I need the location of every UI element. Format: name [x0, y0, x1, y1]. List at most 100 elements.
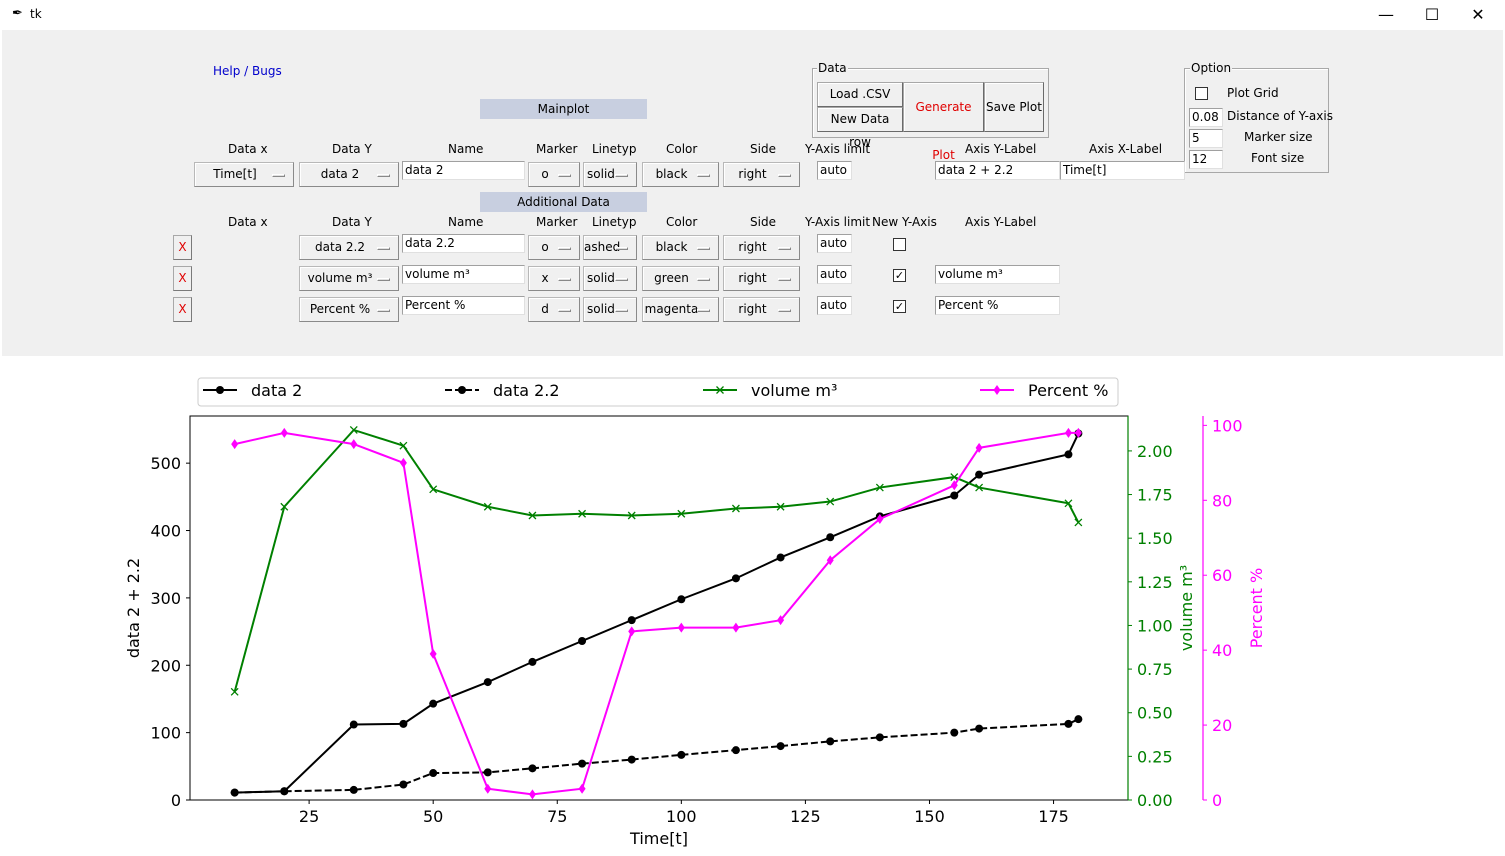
row-data-y-dropdown[interactable]: volume m³ [299, 266, 399, 291]
remove-row-button[interactable]: X [173, 266, 192, 291]
data-point [731, 746, 740, 755]
x-tick-label: 150 [914, 807, 945, 826]
data-point [528, 789, 536, 800]
percent-y-tick-label: 60 [1212, 566, 1232, 585]
marker-size-input[interactable]: 5 [1189, 129, 1223, 148]
new-data-row-button[interactable]: New Data row [817, 107, 903, 149]
data-point [429, 769, 438, 778]
dropdown-indicator-icon [615, 278, 628, 281]
volume-y-tick-label: 0.00 [1137, 791, 1173, 810]
row-side-dropdown-value: right [738, 240, 767, 254]
row-side-dropdown[interactable]: right [723, 266, 800, 291]
main-color-dropdown[interactable]: black [642, 162, 719, 187]
add-header-name: Name [448, 215, 484, 229]
row-new-y-axis-checkbox[interactable]: ✓ [893, 269, 906, 282]
data-point [1064, 719, 1073, 728]
row-y-label-input[interactable]: Percent % [935, 296, 1060, 315]
row-y-limit-input[interactable]: auto [817, 265, 852, 284]
row-linetyp-dropdown[interactable]: solid [583, 266, 637, 291]
data-point [677, 622, 685, 633]
row-side-dropdown[interactable]: right [723, 235, 800, 260]
close-button[interactable]: ✕ [1455, 0, 1501, 30]
data-point [350, 439, 358, 450]
row-name-input[interactable]: data 2.2 [402, 234, 525, 253]
y-axis-distance-input[interactable]: 0.08 [1189, 108, 1223, 127]
main-marker-dropdown[interactable]: o [528, 162, 580, 187]
row-side-dropdown[interactable]: right [723, 297, 800, 322]
save-plot-button[interactable]: Save Plot [984, 82, 1044, 132]
row-color-dropdown[interactable]: magenta [642, 297, 719, 322]
main-y-limit-input[interactable]: auto [817, 161, 852, 180]
volume-y-axis-label: volume m³ [1177, 565, 1196, 651]
main-data-y-dropdown[interactable]: data 2 [299, 162, 399, 187]
font-size-input[interactable]: 12 [1189, 150, 1223, 169]
percent-y-tick-label: 0 [1212, 791, 1222, 810]
data-point [627, 616, 636, 625]
add-header-data-y: Data Y [332, 215, 372, 229]
row-marker-dropdown-value: x [541, 271, 549, 285]
row-marker-dropdown[interactable]: o [528, 235, 580, 260]
data-point [627, 755, 636, 764]
maximize-button[interactable]: ☐ [1409, 0, 1455, 30]
dropdown-indicator-icon [615, 247, 628, 250]
data-point [578, 637, 587, 646]
load-csv-button[interactable]: Load .CSV File [817, 82, 903, 124]
remove-row-button[interactable]: X [173, 235, 192, 260]
row-data-y-dropdown[interactable]: Percent % [299, 297, 399, 322]
help-bugs-link[interactable]: Help / Bugs [213, 64, 282, 78]
row-data-y-dropdown[interactable]: data 2.2 [299, 235, 399, 260]
data-point [483, 678, 492, 687]
volume-y-tick-label: 1.00 [1137, 616, 1173, 635]
percent-y-tick-label: 100 [1212, 416, 1243, 435]
left-y-axis-label: data 2 + 2.2 [124, 558, 143, 658]
main-side-dropdown[interactable]: right [723, 162, 800, 187]
x-axis-label: Time[t] [629, 829, 688, 848]
row-color-dropdown[interactable]: black [642, 235, 719, 260]
volume-y-tick-label: 1.75 [1137, 486, 1173, 505]
main-x-label-input[interactable]: Time[t] [1060, 161, 1185, 180]
data-point [975, 724, 984, 733]
main-linetyp-dropdown[interactable]: solid [583, 162, 637, 187]
marker-size-label: Marker size [1244, 130, 1313, 144]
volume-y-tick-label: 0.25 [1137, 747, 1173, 766]
row-marker-dropdown[interactable]: d [528, 297, 580, 322]
main-name-input[interactable]: data 2 [402, 161, 525, 180]
row-linetyp-dropdown-value: solid [587, 271, 615, 285]
dropdown-indicator-icon [697, 247, 710, 250]
data-point [776, 742, 785, 751]
row-color-dropdown-value: black [655, 240, 688, 254]
row-linetyp-dropdown[interactable]: solid [583, 297, 637, 322]
row-data-y-dropdown-value: data 2.2 [315, 240, 365, 254]
row-name-input[interactable]: Percent % [402, 296, 525, 315]
row-new-y-axis-checkbox[interactable] [893, 238, 906, 251]
row-y-label-input[interactable]: volume m³ [935, 265, 1060, 284]
row-y-limit-input[interactable]: auto [817, 296, 852, 315]
x-tick-label: 25 [299, 807, 319, 826]
row-new-y-axis-checkbox[interactable]: ✓ [893, 300, 906, 313]
plot-grid-checkbox[interactable] [1195, 87, 1208, 100]
row-linetyp-dropdown[interactable]: ashed [583, 235, 637, 260]
additional-data-heading: Additional Data [480, 192, 647, 212]
percent-y-axis-label: Percent % [1247, 568, 1266, 649]
data-point [677, 750, 686, 759]
window-title: tk [30, 7, 42, 21]
remove-row-button[interactable]: X [173, 297, 192, 322]
main-y-label-input[interactable]: data 2 + 2.2 [935, 161, 1060, 180]
row-y-limit-input[interactable]: auto [817, 234, 852, 253]
row-marker-dropdown[interactable]: x [528, 266, 580, 291]
left-y-tick-label: 300 [150, 589, 181, 608]
left-y-tick-label: 200 [150, 656, 181, 675]
row-name-input[interactable]: volume m³ [402, 265, 525, 284]
row-color-dropdown[interactable]: green [642, 266, 719, 291]
generate-plot-button[interactable]: Generate Plot [903, 82, 984, 162]
percent-y-tick-label: 80 [1212, 491, 1232, 510]
minimize-button[interactable]: — [1363, 0, 1409, 30]
dropdown-indicator-icon [272, 174, 285, 177]
volume-y-tick-label: 2.00 [1137, 442, 1173, 461]
data-point [483, 768, 492, 777]
dropdown-indicator-icon [558, 278, 571, 281]
data-point [826, 533, 835, 542]
header-side: Side [750, 142, 776, 156]
main-data-x-dropdown[interactable]: Time[t] [194, 162, 294, 187]
add-header-axis-y-label: Axis Y-Label [965, 215, 1037, 229]
